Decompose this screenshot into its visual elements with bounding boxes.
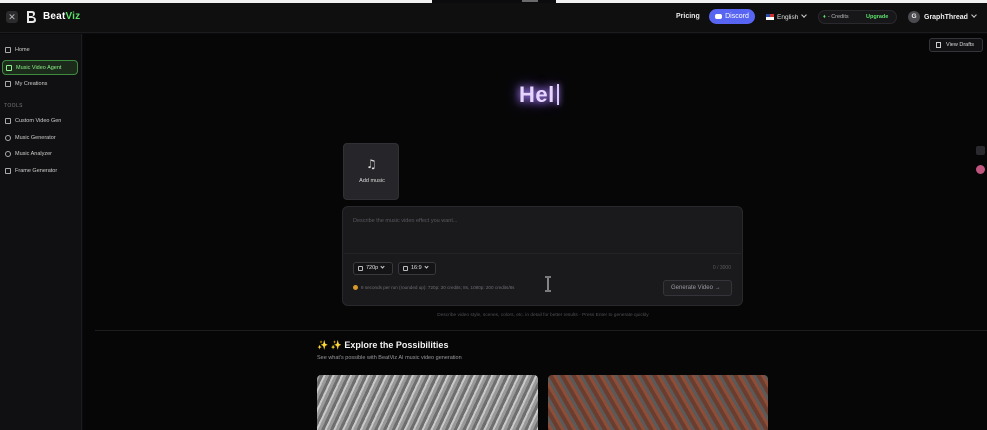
view-drafts-button[interactable]: View Drafts	[929, 38, 983, 52]
resolution-icon	[358, 266, 363, 271]
music-note-icon	[5, 135, 11, 141]
discord-icon	[715, 13, 723, 19]
sidebar-item-music-video-agent[interactable]: Music Video Agent	[2, 60, 78, 75]
help-bubble-icon[interactable]	[976, 165, 985, 174]
close-icon[interactable]: ✕	[6, 11, 18, 23]
example-video-thumbnail[interactable]	[317, 375, 538, 430]
chevron-down-icon	[971, 12, 977, 18]
frame-icon	[5, 168, 11, 174]
hero-heading: Hel	[519, 82, 559, 108]
chevron-down-icon	[424, 264, 429, 269]
aspect-ratio-value: 16:9	[411, 265, 422, 271]
language-selector[interactable]: English	[766, 12, 808, 21]
pricing-link[interactable]: Pricing	[676, 13, 700, 20]
explore-title: ✨ ✨ Explore the Possibilities	[317, 340, 449, 350]
discord-label: Discord	[725, 13, 749, 20]
grid-icon	[5, 81, 11, 87]
language-label: English	[777, 14, 799, 21]
sparkle-icon	[6, 65, 12, 71]
credits-display: ♦ - Credits	[823, 11, 849, 23]
explore-subtitle: See what's possible with BeatViz AI musi…	[317, 355, 462, 361]
add-music-label: Add music	[359, 178, 385, 184]
upgrade-button[interactable]: Upgrade	[866, 11, 888, 23]
sidebar-item-home[interactable]: Home	[2, 43, 78, 58]
video-icon	[5, 118, 11, 124]
composer-divider	[344, 253, 741, 254]
brand-name[interactable]: BeatViz	[43, 11, 80, 22]
credit-coin-icon: ♦	[823, 14, 826, 20]
sidebar-item-label: Frame Generator	[15, 168, 58, 174]
user-name: GraphThread	[924, 13, 968, 21]
logo-icon	[27, 11, 36, 23]
sidebar-item-label: Home	[15, 47, 30, 53]
sidebar-item-music-analyzer[interactable]: Music Analyzer	[2, 147, 78, 162]
aspect-ratio-icon	[403, 266, 408, 271]
main-content: View Drafts Hel ♫ Add music Describe the…	[83, 34, 987, 430]
music-note-icon: ♫	[366, 157, 377, 171]
music-note-icon	[5, 151, 11, 157]
avatar: G	[908, 11, 920, 23]
sidebar-item-music-generator[interactable]: Music Generator	[2, 131, 78, 146]
pricing-info: 8 seconds per run (rounded up): 720p: 30…	[353, 285, 514, 290]
aspect-ratio-select[interactable]: 16:9	[398, 262, 436, 275]
credits-label: Credits	[831, 14, 849, 20]
info-dot-icon	[353, 285, 358, 290]
app-header: ✕ BeatViz Pricing Discord English ♦ - Cre…	[0, 3, 987, 33]
sidebar: Home Music Video Agent My Creations TOOL…	[0, 34, 82, 430]
section-divider	[95, 330, 987, 331]
home-icon	[5, 47, 11, 53]
sidebar-item-my-creations[interactable]: My Creations	[2, 77, 78, 92]
chevron-down-icon	[801, 12, 808, 18]
sidebar-item-label: Custom Video Gen	[15, 118, 62, 124]
resolution-value: 720p	[366, 265, 379, 271]
text-cursor-icon	[545, 276, 551, 292]
side-panel-toggle-icon[interactable]	[976, 146, 985, 155]
generation-hint: Describe video style, scenes, colors, et…	[437, 313, 649, 318]
user-menu[interactable]: G GraphThread	[908, 11, 977, 23]
credits-value: -	[827, 14, 830, 20]
us-flag-icon	[766, 14, 774, 21]
tools-heading: TOOLS	[4, 103, 23, 109]
credits-widget: ♦ - Credits Upgrade	[818, 10, 897, 24]
example-video-thumbnail[interactable]	[548, 375, 768, 430]
sidebar-item-frame-generator[interactable]: Frame Generator	[2, 164, 78, 179]
add-music-button[interactable]: ♫ Add music	[343, 143, 399, 200]
prompt-input[interactable]: Describe the music video effect you want…	[353, 218, 457, 224]
sidebar-item-label: My Creations	[15, 81, 48, 87]
generate-video-button[interactable]: Generate Video →	[663, 280, 732, 296]
pricing-info-text: 8 seconds per run (rounded up): 720p: 30…	[361, 285, 515, 290]
sidebar-item-label: Music Analyzer	[15, 151, 52, 157]
chevron-down-icon	[380, 264, 385, 269]
char-counter: 0 / 3000	[712, 265, 731, 271]
discord-button[interactable]: Discord	[709, 9, 755, 24]
resolution-select[interactable]: 720p	[353, 262, 393, 275]
hero-text: Hel	[519, 82, 555, 107]
sidebar-item-label: Music Generator	[15, 135, 56, 141]
document-icon	[936, 42, 941, 48]
sidebar-item-label: Music Video Agent	[16, 65, 62, 71]
view-drafts-label: View Drafts	[946, 42, 975, 48]
typing-caret	[556, 84, 559, 105]
sidebar-item-custom-video-gen[interactable]: Custom Video Gen	[2, 114, 78, 129]
